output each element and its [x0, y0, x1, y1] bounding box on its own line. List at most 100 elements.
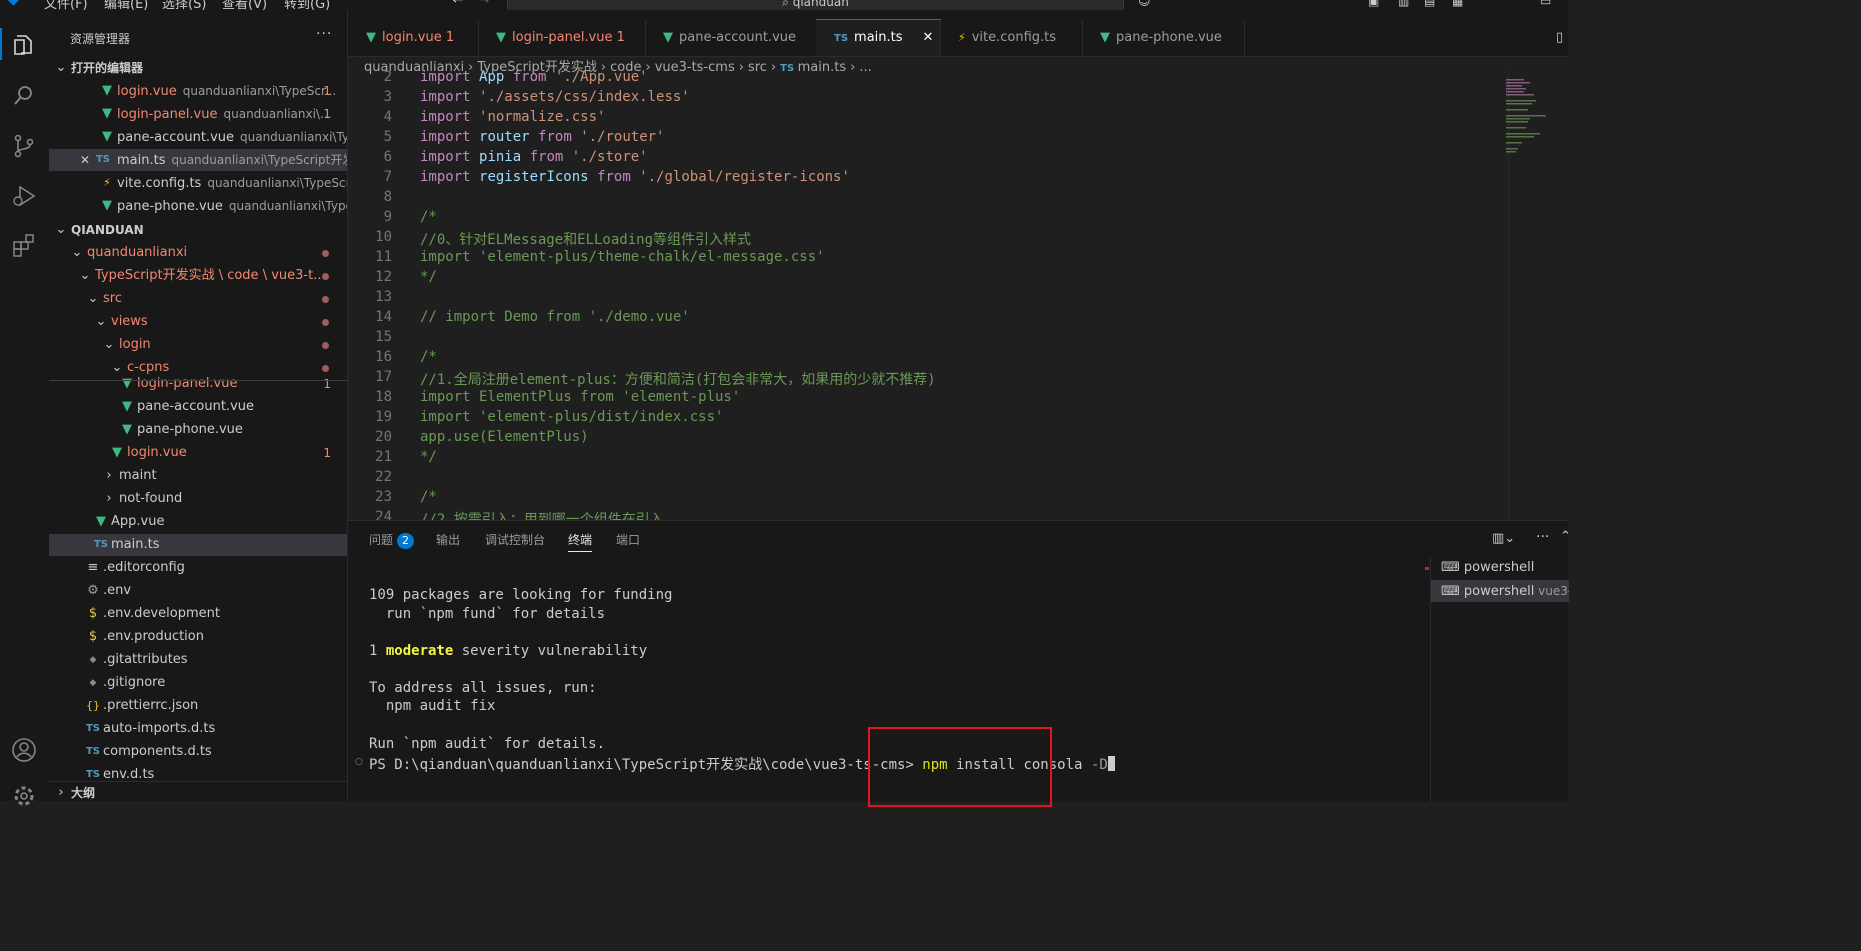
outline-header[interactable]: › 大纲 [49, 781, 347, 801]
tree-item[interactable]: ▼ pane-account.vue [49, 396, 347, 418]
tree-item[interactable]: ⌄ views [49, 311, 347, 333]
source-control-icon[interactable] [10, 132, 38, 160]
menu-selection[interactable]: 选择(S) [162, 0, 206, 10]
code-editor[interactable]: 2 import App from './App.vue' 3 import './a… [348, 70, 1568, 520]
tree-item-label: login-panel.vue [137, 376, 238, 391]
menu-more[interactable]: ··· [353, 0, 365, 8]
search-icon[interactable] [10, 82, 38, 110]
panel-tab-2[interactable]: 调试控制台 [485, 529, 545, 551]
tree-item[interactable]: ⚙ .env [49, 580, 347, 602]
close-icon[interactable]: ✕ [77, 149, 93, 171]
tab-pane-account-vue[interactable]: ▼ pane-account.vue [645, 20, 817, 56]
tab-login-vue[interactable]: ▼ login.vue 1 [348, 20, 479, 56]
minimap[interactable] [1506, 79, 1546, 159]
open-editor-item[interactable]: ▼ login.vue quanduanlianxi\TypeScr... 1 [49, 80, 347, 102]
tab-problem-badge: 1 [612, 30, 625, 45]
extensions-icon[interactable] [10, 232, 38, 260]
explorer-sidebar: 资源管理器 ··· ⌄ 打开的编辑器 ▼ login.vue quanduanlia… [49, 10, 348, 801]
tree-item[interactable]: ▼ login-panel.vue 1 [49, 373, 347, 395]
tree-item[interactable]: ◆ .gitattributes [49, 649, 347, 671]
open-editor-item[interactable]: ▼ login-panel.vue quanduanlianxi\... 1 [49, 103, 347, 125]
line-number: 3 [383, 89, 392, 105]
file-path: quanduanlianxi\Ty... [240, 130, 348, 144]
menu-view[interactable]: 查看(V) [222, 0, 267, 10]
panel-tab-3[interactable]: 终端 [568, 529, 593, 552]
toggle-secondary-icon[interactable]: ▦ [1452, 0, 1463, 8]
tree-item[interactable]: › maint [49, 465, 347, 487]
open-editor-item[interactable]: ✕ TS main.ts quanduanlianxi\TypeScript开发... [49, 149, 347, 171]
account-icon[interactable] [10, 736, 38, 764]
menu-file[interactable]: 文件(F) [44, 0, 88, 10]
toggle-sidebar-icon[interactable]: ▥ [1398, 0, 1409, 8]
panel-tab-4[interactable]: 端口 [616, 529, 640, 551]
terminal-instance[interactable]: ⌨ powershell [1431, 557, 1569, 579]
layout-icon[interactable]: ▣ [1368, 0, 1379, 8]
code-line: //0、针对ELMessage和ELLoading等组件引入样式 [420, 229, 751, 249]
tree-item[interactable]: ▼ login.vue 1 [49, 442, 347, 464]
tree-item[interactable]: ⌄ login [49, 334, 347, 356]
open-editor-item[interactable]: ⚡ vite.config.ts quanduanlianxi\TypeScri..… [49, 172, 347, 194]
code-line: app.use(ElementPlus) [420, 429, 589, 445]
code-token: /* [420, 349, 437, 365]
minimize-icon[interactable]: ▭ [1540, 0, 1551, 8]
tree-item[interactable]: TS components.d.ts [49, 741, 347, 763]
tree-item[interactable]: ▼ App.vue [49, 511, 347, 533]
explorer-more-button[interactable]: ··· [316, 26, 332, 42]
tab-login-panel-vue[interactable]: ▼ login-panel.vue 1 [478, 20, 646, 56]
tree-item[interactable]: TS auto-imports.d.ts [49, 718, 347, 740]
chevron-down-icon: ⌄ [55, 60, 67, 75]
tree-item[interactable]: {} .prettierrc.json [49, 695, 347, 717]
back-arrow-icon[interactable]: ← [452, 0, 464, 8]
tab-vite-config-ts[interactable]: ⚡ vite.config.ts [940, 20, 1083, 56]
tab-label: pane-phone.vue [1116, 30, 1222, 45]
tree-item[interactable]: TS main.ts [49, 534, 347, 556]
split-editor-icon[interactable]: ▯ [1556, 30, 1563, 45]
tree-item[interactable]: ⌄ quanduanlianxi [49, 242, 347, 264]
problem-count-badge: 1 [323, 446, 331, 460]
tab-label: login.vue [382, 30, 442, 45]
explorer-title: 资源管理器 [70, 32, 131, 46]
command-flag: -D [1090, 757, 1108, 773]
open-editors-header[interactable]: ⌄ 打开的编辑器 [49, 57, 347, 79]
forward-arrow-icon[interactable]: → [478, 0, 490, 8]
code-line: import 'element-plus/theme-chalk/el-mess… [420, 249, 825, 265]
tree-item[interactable]: $ .env.production [49, 626, 347, 648]
close-icon[interactable]: ✕ [923, 30, 934, 45]
code-token: registerIcons [479, 169, 598, 185]
vuln-rest: severity vulnerability [453, 643, 648, 659]
typescript-file-icon: TS [93, 539, 109, 550]
search-text: qianduan [792, 0, 849, 9]
tab-pane-phone-vue[interactable]: ▼ pane-phone.vue [1082, 20, 1245, 56]
tab-main-ts[interactable]: TS main.ts ✕ [816, 19, 941, 56]
tree-item[interactable]: ⌄ TypeScript开发实战 \ code \ vue3-t... [49, 265, 347, 287]
tree-item[interactable]: ≡ .editorconfig [49, 557, 347, 579]
panel-tab-1[interactable]: 输出 [436, 529, 460, 551]
terminal-instance[interactable]: ⌨ powershell vue3-t [1431, 580, 1569, 602]
menu-go[interactable]: 转到(G) [284, 0, 330, 10]
tree-item[interactable]: › not-found [49, 488, 347, 510]
command-center-search[interactable]: ⌕ qianduan [507, 0, 1124, 10]
tree-item[interactable]: ⌄ src [49, 288, 347, 310]
manage-gear-icon[interactable] [10, 782, 38, 810]
workspace-header[interactable]: ⌄ QIANDUAN [49, 219, 347, 241]
terminal-suffix: vue3-t [1538, 584, 1569, 598]
vue-file-icon: ▼ [1100, 30, 1110, 45]
split-terminal-icon[interactable]: ▥⌄ [1492, 531, 1515, 546]
code-token: app.use(ElementPlus) [420, 429, 589, 445]
explorer-icon[interactable] [10, 30, 38, 58]
toggle-panel-icon[interactable]: ▤ [1424, 0, 1435, 8]
open-editor-label: pane-account.vue quanduanlianxi\Ty... [117, 126, 348, 149]
copilot-icon[interactable]: ☺ [1138, 0, 1151, 8]
maximize-panel-icon[interactable]: ⌃ [1560, 529, 1571, 544]
tree-item[interactable]: ▼ pane-phone.vue [49, 419, 347, 441]
open-editor-item[interactable]: ▼ pane-phone.vue quanduanlianxi\Type... [49, 195, 347, 217]
panel-tab-0[interactable]: 问题 2 [369, 529, 415, 551]
menu-edit[interactable]: 编辑(E) [104, 0, 148, 10]
tree-item[interactable]: ◆ .gitignore [49, 672, 347, 694]
tree-item-label: .env [103, 583, 132, 598]
tree-item[interactable]: $ .env.development [49, 603, 347, 625]
terminal-line: npm audit fix [369, 698, 496, 714]
open-editor-item[interactable]: ▼ pane-account.vue quanduanlianxi\Ty... [49, 126, 347, 148]
more-actions-icon[interactable]: ··· [1536, 529, 1549, 545]
run-debug-icon[interactable] [10, 182, 38, 210]
